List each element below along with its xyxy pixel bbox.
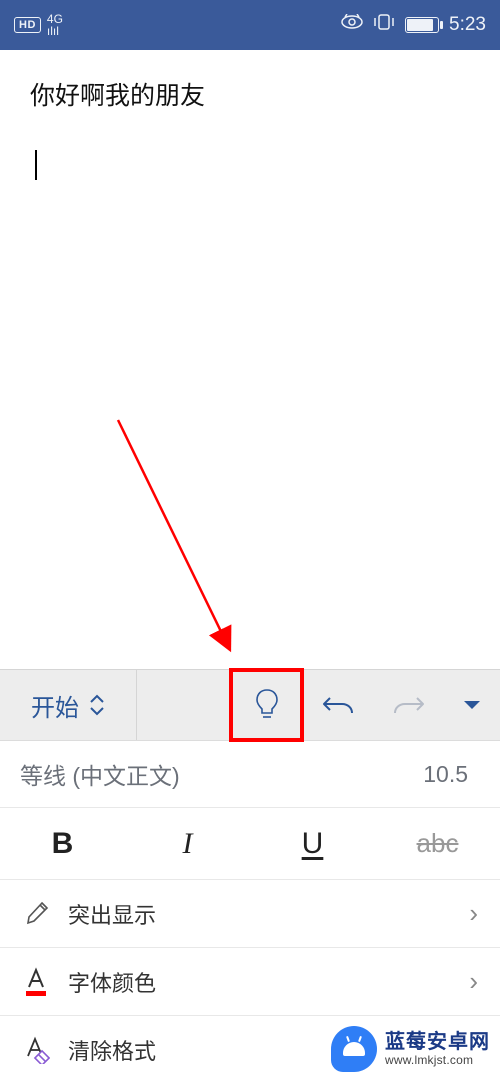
watermark-url: www.lmkjst.com — [385, 1054, 490, 1068]
watermark-title: 蓝莓安卓网 — [385, 1031, 490, 1054]
bold-icon: B — [52, 827, 74, 861]
chevron-updown-icon — [89, 694, 105, 716]
underline-icon: U — [302, 827, 324, 861]
ribbon-toolbar: 开始 — [0, 669, 500, 741]
strikethrough-button[interactable]: abc — [375, 828, 500, 859]
undo-button[interactable] — [302, 670, 373, 740]
chevron-right-icon: › — [469, 898, 478, 929]
tab-home-selector[interactable]: 开始 — [0, 670, 137, 740]
status-left: HD 4Gılıl — [14, 13, 63, 37]
clear-format-icon — [22, 1036, 68, 1064]
redo-icon — [393, 692, 425, 718]
tell-me-button[interactable] — [231, 670, 302, 740]
style-row: B I U abc — [0, 808, 500, 880]
caret-down-icon — [463, 700, 481, 710]
list-label: 字体颜色 — [68, 966, 156, 998]
status-right: 5:23 — [341, 13, 486, 37]
document-text[interactable]: 你好啊我的朋友 — [30, 76, 470, 112]
watermark: 蓝莓安卓网 www.lmkjst.com — [331, 1026, 490, 1072]
strike-icon: abc — [417, 828, 459, 859]
font-selector-row[interactable]: 等线 (中文正文) 10.5 — [0, 741, 500, 808]
eye-icon — [341, 14, 363, 36]
font-color-row[interactable]: 字体颜色 › — [0, 948, 500, 1016]
signal-4g-icon: 4Gılıl — [47, 13, 63, 37]
font-name: 等线 (中文正文) — [20, 757, 180, 791]
hd-badge-icon: HD — [14, 17, 41, 33]
underline-button[interactable]: U — [250, 827, 375, 861]
watermark-text: 蓝莓安卓网 www.lmkjst.com — [385, 1031, 490, 1068]
list-label: 清除格式 — [68, 1034, 156, 1066]
highlighter-icon — [22, 900, 68, 928]
bold-button[interactable]: B — [0, 827, 125, 861]
italic-icon: I — [183, 827, 193, 861]
lightbulb-icon — [254, 688, 280, 722]
font-size: 10.5 — [423, 761, 468, 788]
redo-button[interactable] — [373, 670, 444, 740]
vibrate-icon — [373, 13, 395, 37]
document-canvas[interactable]: 你好啊我的朋友 — [0, 50, 500, 669]
ribbon-spacer — [137, 670, 231, 740]
italic-button[interactable]: I — [125, 827, 250, 861]
clock-text: 5:23 — [449, 14, 486, 36]
watermark-logo-icon — [331, 1026, 377, 1072]
status-bar: HD 4Gılıl 5:23 — [0, 0, 500, 50]
highlight-row[interactable]: 突出显示 › — [0, 880, 500, 948]
battery-icon — [405, 17, 439, 33]
list-label: 突出显示 — [68, 898, 156, 930]
tab-label: 开始 — [31, 688, 79, 723]
undo-icon — [322, 692, 354, 718]
ribbon-more-button[interactable] — [444, 670, 500, 740]
chevron-right-icon: › — [469, 966, 478, 997]
font-color-icon — [22, 967, 68, 997]
text-cursor — [35, 150, 37, 180]
